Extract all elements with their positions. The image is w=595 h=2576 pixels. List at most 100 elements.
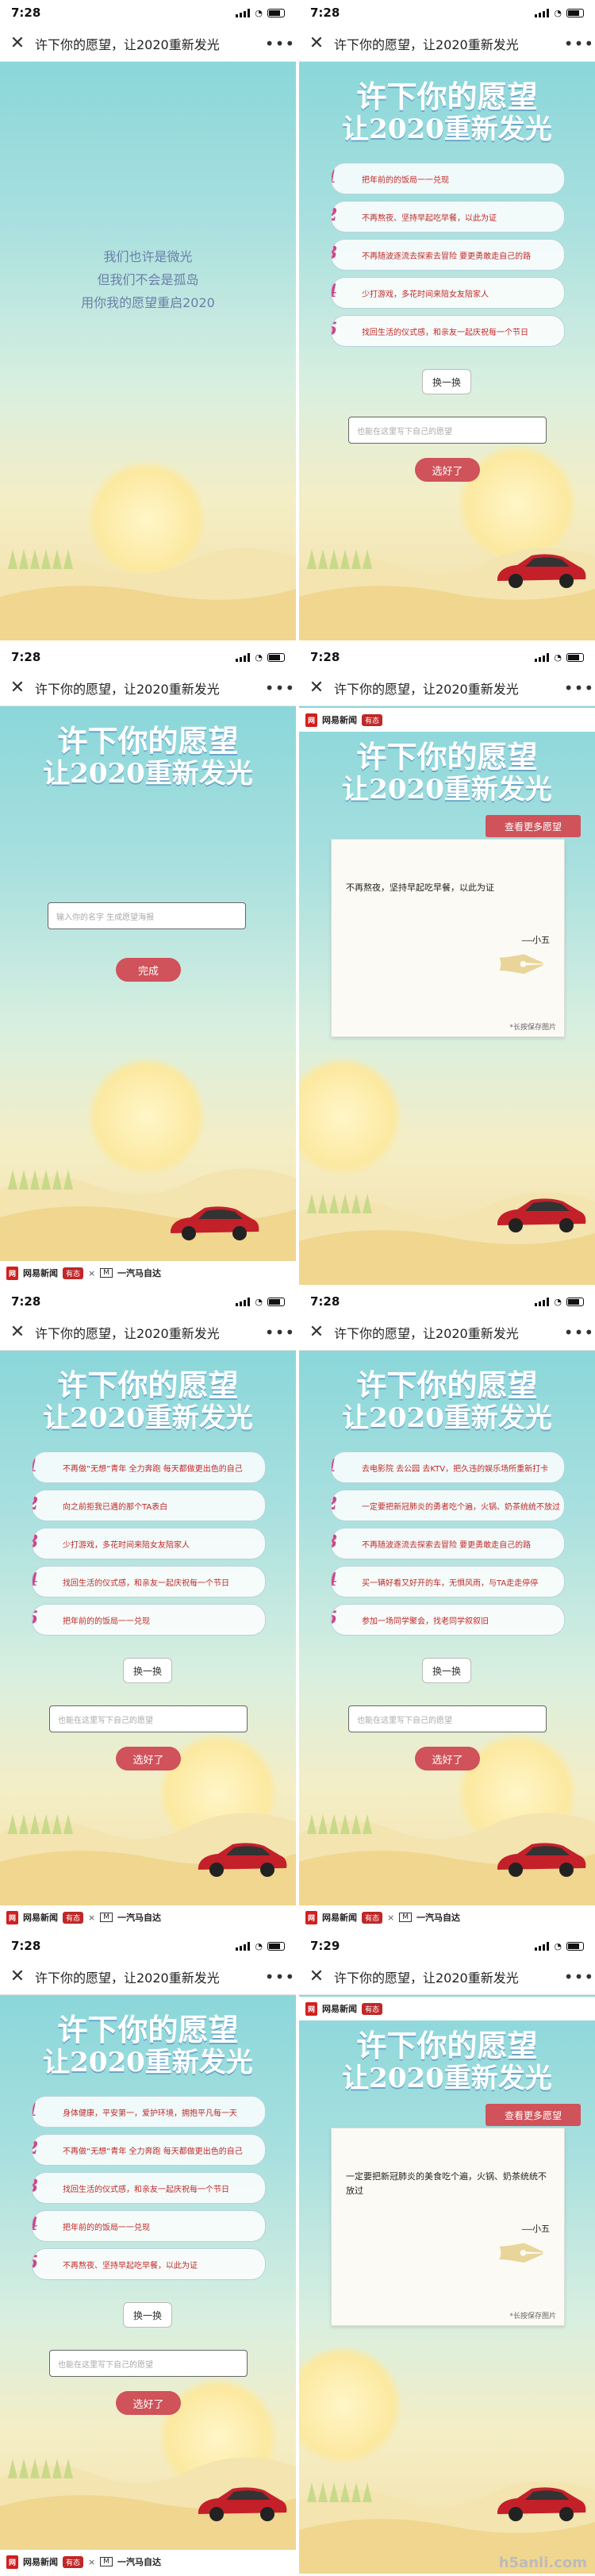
close-icon[interactable]: ✕ <box>0 678 35 698</box>
wish-text: 买一辆好看又好开的车，无惧风雨，与TA走走停停 <box>362 1578 539 1588</box>
more-icon[interactable]: ••• <box>563 1967 595 1986</box>
close-icon[interactable]: ✕ <box>0 33 35 53</box>
close-icon[interactable]: ✕ <box>299 1967 334 1986</box>
wish-item[interactable]: 2 不再做“无想”青年 全力奔跑 每天都做更出色的自己 <box>32 2134 266 2166</box>
status-icons: ◔ <box>535 8 584 18</box>
status-bar: 7:28 ◔ <box>299 644 595 670</box>
brand-pill: 有态 <box>63 2555 84 2568</box>
confirm-button[interactable]: 选好了 <box>116 1747 181 1771</box>
signal-icon <box>535 8 550 17</box>
tree <box>8 1814 17 1834</box>
wish-list: 1 不再做“无想”青年 全力奔跑 每天都做更出色的自己 2 向之前拒我已遇的那个TA表… <box>32 1451 266 1642</box>
wish-number: 2 <box>33 1494 38 1514</box>
wish-item[interactable]: 4 找回生活的仪式感，和亲友一起庆祝每一个节日 <box>32 1566 266 1598</box>
wish-item[interactable]: 1 不再做“无想”青年 全力奔跑 每天都做更出色的自己 <box>32 1451 266 1483</box>
tree <box>307 2482 317 2502</box>
wish-item[interactable]: 3 不再随波逐流去探索去冒险 要更勇敢走自己的路 <box>331 239 565 271</box>
wish-item[interactable]: 5 参加一场同学聚会，找老同学叙叙旧 <box>331 1604 565 1636</box>
car-wheel <box>260 2507 274 2521</box>
nav-bar: ✕ 许下你的愿望，让2020重新发光 ••• <box>299 670 595 706</box>
swap-button[interactable]: 换一换 <box>123 1658 172 1683</box>
wish-item[interactable]: 4 少打游戏，多花时间来陪女友陪家人 <box>331 277 565 309</box>
wish-item[interactable]: 4 买一辆好看又好开的车，无惧风雨，与TA走走停停 <box>331 1566 565 1598</box>
brand-cross: × <box>88 2556 96 2567</box>
status-icons: ◔ <box>535 1941 584 1951</box>
screenshot-grid: 7:28 ◔ ✕ 许下你的愿望，让2020重新发光 ••• 我们也许是微光 但我们不会是孤岛… <box>0 0 595 2576</box>
wish-item[interactable]: 2 不再熬夜、坚持早起吃早餐，以此为证 <box>331 201 565 233</box>
wifi-icon: ◔ <box>554 1296 562 1307</box>
wish-item[interactable]: 3 不再随波逐流去探索去冒险 要更勇敢走自己的路 <box>331 1528 565 1559</box>
red-car-illustration <box>497 2487 586 2521</box>
signal-icon <box>535 1941 550 1951</box>
close-icon[interactable]: ✕ <box>299 678 334 698</box>
phone-screen: 7:28 ◔ ✕ 许下你的愿望，让2020重新发光 ••• 网网易新闻 有态 × M 一汽马自达 许… <box>0 1933 296 2574</box>
signal-icon <box>236 1297 251 1306</box>
car-wheel <box>509 574 523 588</box>
nav-title: 许下你的愿望，让2020重新发光 <box>35 1970 220 1986</box>
see-more-wishes-button[interactable]: 查看更多愿望 <box>486 2104 581 2126</box>
wish-item[interactable]: 1 把年前的的饭局一一兑现 <box>331 163 565 194</box>
confirm-button[interactable]: 选好了 <box>415 1747 480 1771</box>
mazda-logo-icon: M <box>399 1913 413 1922</box>
swap-button[interactable]: 换一换 <box>422 369 471 394</box>
car-wheel <box>559 1863 574 1877</box>
wish-number: 2 <box>33 2138 38 2159</box>
confirm-button[interactable]: 选好了 <box>415 458 480 482</box>
wish-item[interactable]: 3 少打游戏，多花时间来陪女友陪家人 <box>32 1528 266 1559</box>
more-icon[interactable]: ••• <box>563 679 595 698</box>
more-icon[interactable]: ••• <box>563 1323 595 1342</box>
wish-text: 少打游戏，多花时间来陪女友陪家人 <box>63 1540 190 1550</box>
nav-title: 许下你的愿望，让2020重新发光 <box>334 37 519 52</box>
wish-number: 1 <box>332 167 337 187</box>
wish-item[interactable]: 2 向之前拒我已遇的那个TA表白 <box>32 1490 266 1521</box>
status-time: 7:29 <box>310 1939 340 1953</box>
name-input[interactable]: 输入你的名字 生成愿望海报 <box>48 902 246 929</box>
wish-item[interactable]: 5 把年前的的饭局一一兑现 <box>32 1604 266 1636</box>
wish-number: 5 <box>33 1608 38 1628</box>
see-more-wishes-button[interactable]: 查看更多愿望 <box>486 815 581 837</box>
custom-wish-input[interactable]: 也能在这里写下自己的愿望 <box>49 1705 248 1732</box>
more-icon[interactable]: ••• <box>264 679 296 698</box>
status-time: 7:28 <box>310 650 340 664</box>
watermark: h5anli.com <box>498 2555 587 2571</box>
wish-item[interactable]: 4 把年前的的饭局一一兑现 <box>32 2210 266 2242</box>
custom-wish-input[interactable]: 也能在这里写下自己的愿望 <box>348 1705 547 1732</box>
more-icon[interactable]: ••• <box>264 34 296 53</box>
brand-cross: × <box>387 1912 395 1923</box>
car-wheel <box>209 1863 224 1877</box>
close-icon[interactable]: ✕ <box>299 1322 334 1342</box>
wish-item[interactable]: 1 去电影院 去公园 去KTV，把久违的娱乐场所重新打卡 <box>331 1451 565 1483</box>
wish-text: 把年前的的饭局一一兑现 <box>63 2223 150 2232</box>
headline-line1: 许下你的愿望 <box>57 723 239 759</box>
more-icon[interactable]: ••• <box>264 1323 296 1342</box>
custom-wish-input[interactable]: 也能在这里写下自己的愿望 <box>49 2350 248 2377</box>
close-icon[interactable]: ✕ <box>299 33 334 53</box>
nav-title: 许下你的愿望，让2020重新发光 <box>35 681 220 697</box>
wish-item[interactable]: 5 找回生活的仪式感，和亲友一起庆祝每一个节日 <box>331 315 565 347</box>
brand-bar-top: 网网易新闻 有态 <box>299 1997 595 2020</box>
close-icon[interactable]: ✕ <box>0 1322 35 1342</box>
close-icon[interactable]: ✕ <box>0 1967 35 1986</box>
done-button[interactable]: 完成 <box>116 958 181 982</box>
confirm-button[interactable]: 选好了 <box>116 2391 181 2415</box>
more-icon[interactable]: ••• <box>563 34 595 53</box>
wish-text: 不再做“无想”青年 全力奔跑 每天都做更出色的自己 <box>63 1464 243 1474</box>
wish-item[interactable]: 1 身体健康，平安第一，爱护环境，拥抱平凡每一天 <box>32 2096 266 2128</box>
wish-item[interactable]: 3 找回生活的仪式感，和亲友一起庆祝每一个节日 <box>32 2172 266 2204</box>
custom-wish-input[interactable]: 也能在这里写下自己的愿望 <box>348 417 547 444</box>
swap-button[interactable]: 换一换 <box>422 1658 471 1683</box>
wish-number: 3 <box>33 2176 38 2197</box>
car-wheel <box>232 1226 247 1240</box>
hills-illustration <box>0 548 296 640</box>
wish-number: 2 <box>332 1494 337 1514</box>
wish-item[interactable]: 5 不再熬夜、坚持早起吃早餐，以此为证 <box>32 2248 266 2280</box>
headline: 许下你的愿望 让2020重新发光 <box>0 2013 296 2078</box>
wish-item[interactable]: 2 一定要把新冠肺炎的勇者吃个遍，火锅、奶茶统统不放过 <box>331 1490 565 1521</box>
more-icon[interactable]: ••• <box>264 1967 296 1986</box>
brand-bar: 网网易新闻 有态 × M 一汽马自达 <box>0 1261 296 1285</box>
headline-line2: 让2020重新发光 <box>342 113 552 145</box>
mazda-logo-icon: M <box>100 1268 113 1278</box>
swap-button[interactable]: 换一换 <box>123 2302 172 2328</box>
brand-netease: 网易新闻 <box>23 2557 59 2567</box>
brand-netease: 网易新闻 <box>322 1913 358 1923</box>
